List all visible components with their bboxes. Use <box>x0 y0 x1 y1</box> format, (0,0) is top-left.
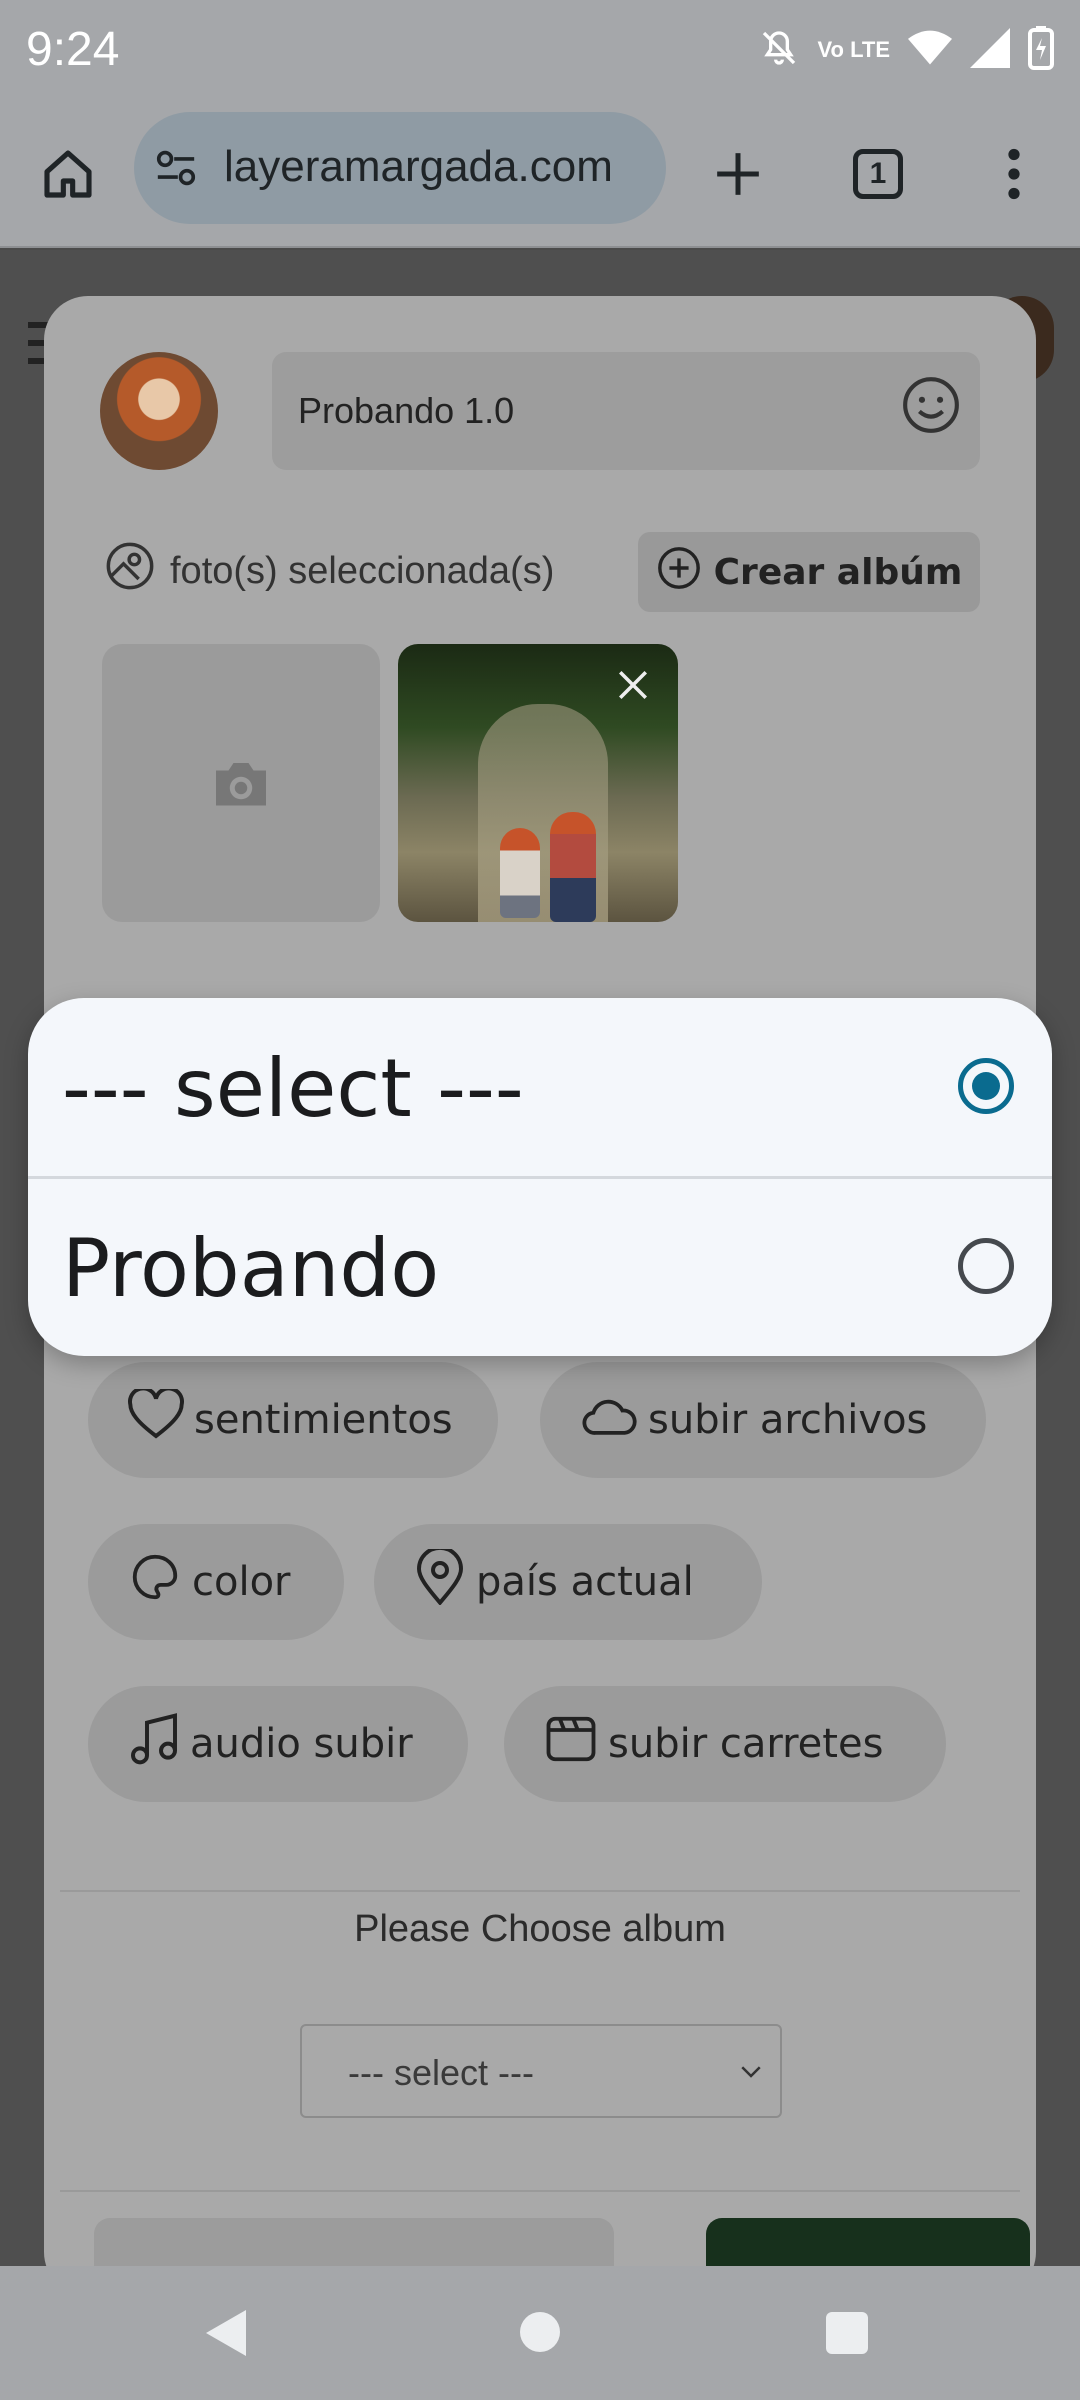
new-tab-icon <box>717 153 759 195</box>
album-option-label: Probando <box>62 1222 440 1315</box>
section-divider <box>60 1890 1020 1892</box>
selected-photo-thumbnail <box>398 644 678 922</box>
radio-selected-icon[interactable] <box>958 1058 1014 1114</box>
url-bar[interactable]: layeramargada.com <box>134 112 666 224</box>
battery-icon <box>1028 26 1054 74</box>
cloud-icon <box>580 1392 638 1448</box>
music-note-icon <box>128 1711 180 1777</box>
chevron-down-icon <box>736 2056 766 2090</box>
choose-album-label: Please Choose album <box>354 1908 726 1950</box>
color-chip-label: color <box>192 1559 291 1605</box>
location-icon <box>414 1545 466 1615</box>
url-text: layeramargada.com <box>224 142 613 191</box>
album-select[interactable]: --- select --- <box>300 2024 782 2118</box>
add-photo-tile[interactable] <box>102 644 380 922</box>
recents-icon[interactable] <box>826 2312 868 2354</box>
current-country-chip-label: país actual <box>476 1559 694 1605</box>
more-menu-icon <box>1008 148 1020 200</box>
album-options-popup: --- select --- Probando <box>28 998 1052 1356</box>
status-time: 9:24 <box>26 23 120 76</box>
tabs-icon: 1 <box>853 149 903 199</box>
volte-icon: Vo LTE <box>817 37 890 62</box>
status-icons: Vo LTE <box>759 26 1054 74</box>
selected-photos-label: foto(s) seleccionada(s) <box>104 540 554 602</box>
status-bar: 9:24 Vo LTE <box>0 0 1080 100</box>
home-icon <box>44 150 92 198</box>
post-text-value: Probando 1.0 <box>298 390 515 431</box>
home-circle-icon[interactable] <box>520 2312 560 2352</box>
user-avatar <box>100 352 218 470</box>
clapperboard-icon <box>544 1712 598 1776</box>
selected-photos-text: foto(s) seleccionada(s) <box>170 549 555 592</box>
create-album-label: Crear albúm <box>713 551 963 593</box>
heart-icon <box>128 1386 184 1451</box>
back-icon[interactable] <box>206 2310 246 2356</box>
color-chip[interactable]: color <box>88 1524 344 1640</box>
album-option-probando[interactable]: Probando <box>28 1178 1052 1356</box>
tabs-button[interactable]: 1 <box>840 136 916 212</box>
tab-count: 1 <box>869 157 887 190</box>
camera-icon <box>216 763 266 806</box>
signal-icon <box>970 28 1010 72</box>
system-nav-bar <box>0 2266 1080 2400</box>
new-tab-button[interactable] <box>700 136 776 212</box>
radio-unselected-icon[interactable] <box>958 1238 1014 1294</box>
site-settings-icon[interactable] <box>154 148 198 192</box>
home-button[interactable] <box>30 136 106 212</box>
browser-toolbar: layeramargada.com 1 <box>0 100 1080 248</box>
more-menu-button[interactable] <box>976 136 1052 212</box>
album-option-label: --- select --- <box>62 1042 524 1135</box>
palette-icon <box>128 1550 182 1614</box>
feelings-chip-label: sentimientos <box>194 1397 453 1443</box>
create-album-button[interactable]: Crear albúm <box>638 532 980 612</box>
upload-files-chip[interactable]: subir archivos <box>540 1362 986 1478</box>
upload-files-chip-label: subir archivos <box>648 1397 928 1443</box>
mute-icon <box>759 28 799 72</box>
photo-gallery-icon <box>104 540 156 602</box>
album-option-select[interactable]: --- select --- <box>28 998 1052 1176</box>
feelings-chip[interactable]: sentimientos <box>88 1362 498 1478</box>
audio-upload-chip[interactable]: audio subir <box>88 1686 468 1802</box>
plus-circle-icon <box>656 545 702 600</box>
upload-reels-chip[interactable]: subir carretes <box>504 1686 946 1802</box>
audio-upload-chip-label: audio subir <box>190 1721 413 1767</box>
footer-divider <box>60 2190 1020 2192</box>
wifi-icon <box>908 28 952 72</box>
post-text-input[interactable]: Probando 1.0 <box>272 352 980 470</box>
remove-photo-icon[interactable] <box>616 668 650 706</box>
upload-reels-chip-label: subir carretes <box>608 1721 884 1767</box>
album-select-value: --- select --- <box>348 2052 534 2093</box>
current-country-chip[interactable]: país actual <box>374 1524 762 1640</box>
emoji-icon[interactable] <box>900 374 962 440</box>
